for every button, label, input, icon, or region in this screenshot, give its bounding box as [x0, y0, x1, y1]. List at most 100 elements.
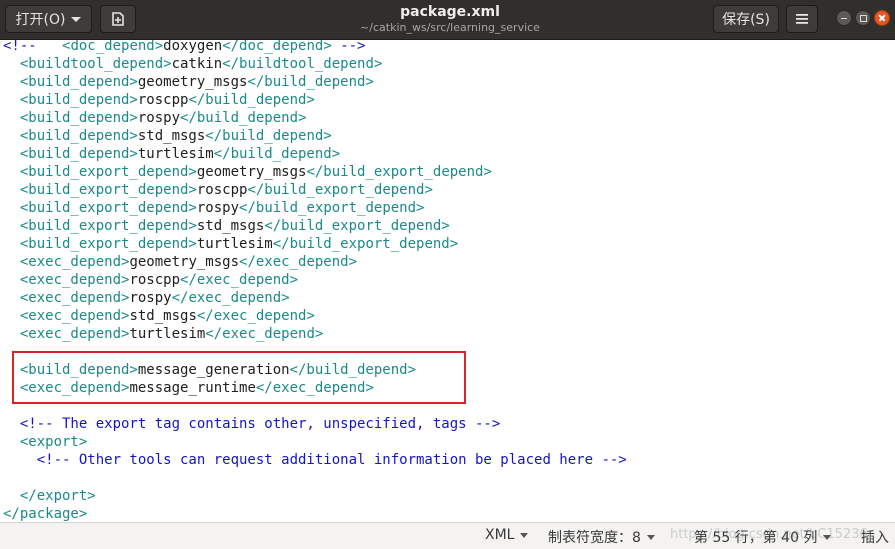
code-line: <build_depend>rospy</build_depend>	[3, 109, 307, 127]
xml-tag: <build_export_depend>	[3, 164, 197, 180]
code-line: <exec_depend>rospy</exec_depend>	[3, 289, 290, 307]
xml-text: std_msgs	[196, 218, 265, 234]
text-editor[interactable]: <!-- <doc_depend>doxygen</doc_depend> --…	[0, 40, 895, 522]
xml-tag: </build_export_depend>	[306, 164, 492, 180]
xml-tag: <build_depend>	[3, 362, 138, 378]
open-button[interactable]: 打开(O)	[5, 5, 92, 33]
xml-tag: </build_depend>	[247, 74, 374, 90]
xml-tag: <exec_depend>	[3, 254, 130, 270]
code-line: <build_depend>message_generation</build_…	[3, 361, 416, 379]
xml-text: message_generation	[137, 362, 290, 378]
open-button-label: 打开(O)	[15, 12, 66, 28]
tab-width-selector[interactable]: 制表符宽度：8	[548, 527, 655, 547]
xml-comment: <!-- Other tools can request additional …	[3, 452, 627, 468]
title-area: package.xml ~/catkin_ws/src/learning_ser…	[300, 3, 600, 35]
maximize-icon[interactable]	[855, 10, 871, 26]
cursor-position-label: 第 55 行，第 40 列	[694, 530, 818, 546]
close-icon[interactable]	[874, 10, 890, 26]
xml-tag: </build_depend>	[205, 128, 332, 144]
chevron-down-icon	[520, 532, 529, 538]
code-line: <build_depend>geometry_msgs</build_depen…	[3, 73, 374, 91]
xml-text: geometry_msgs	[129, 254, 240, 270]
status-bar: https://blog.csdn.net/bC15236 XML 制表符宽度：…	[0, 522, 895, 549]
xml-tag: <build_depend>	[3, 128, 138, 144]
xml-tag: </build_depend>	[180, 110, 307, 126]
file-path: ~/catkin_ws/src/learning_service	[360, 21, 540, 34]
xml-tag: </exec_depend>	[255, 380, 374, 396]
menu-button[interactable]	[786, 5, 818, 33]
xml-tag: </build_export_depend>	[247, 182, 433, 198]
xml-tag: <buildtool_depend>	[3, 56, 172, 72]
xml-comment: <!--	[3, 40, 46, 54]
code-line: <buildtool_depend>catkin</buildtool_depe…	[3, 55, 382, 73]
insert-mode-label: 插入	[861, 530, 889, 546]
xml-tag: </export>	[3, 488, 96, 504]
xml-tag: <exec_depend>	[3, 272, 130, 288]
xml-tag: <exec_depend>	[3, 308, 130, 324]
hamburger-menu-icon	[796, 14, 808, 24]
code-line: <export>	[3, 433, 87, 451]
save-button[interactable]: 保存(S)	[713, 5, 779, 33]
code-line: <!-- The export tag contains other, unsp…	[3, 415, 500, 433]
code-line: <build_depend>roscpp</build_depend>	[3, 91, 315, 109]
xml-tag: </build_export_depend>	[264, 218, 450, 234]
xml-tag: </package>	[3, 506, 88, 522]
xml-text: roscpp	[137, 92, 189, 108]
xml-tag: <doc_depend>	[45, 40, 164, 54]
xml-tag: <build_export_depend>	[3, 236, 197, 252]
xml-tag: <export>	[3, 434, 88, 450]
language-label: XML	[485, 527, 515, 543]
xml-text: roscpp	[129, 272, 181, 288]
xml-text: rospy	[196, 200, 240, 216]
code-line: <build_export_depend>roscpp</build_expor…	[3, 181, 433, 199]
xml-tag: </build_export_depend>	[239, 200, 425, 216]
code-line: <exec_depend>geometry_msgs</exec_depend>	[3, 253, 357, 271]
xml-text: roscpp	[196, 182, 248, 198]
code-line: <build_depend>turtlesim</build_depend>	[3, 145, 340, 163]
xml-text: doxygen	[163, 40, 223, 54]
xml-text: turtlesim	[137, 146, 214, 162]
xml-tag: </exec_depend>	[180, 272, 299, 288]
xml-tag: <build_depend>	[3, 74, 138, 90]
chevron-down-icon	[823, 534, 832, 540]
xml-tag: <build_depend>	[3, 92, 138, 108]
insert-mode-indicator: 插入	[861, 527, 889, 547]
xml-tag: <build_export_depend>	[3, 218, 197, 234]
xml-tag: <exec_depend>	[3, 326, 130, 342]
code-line: <build_export_depend>turtlesim</build_ex…	[3, 235, 458, 253]
xml-text: catkin	[171, 56, 223, 72]
xml-text: std_msgs	[137, 128, 206, 144]
xml-comment: <!-- The export tag contains other, unsp…	[3, 416, 501, 432]
code-line: <exec_depend>turtlesim</exec_depend>	[3, 325, 323, 343]
xml-tag: </build_depend>	[188, 92, 315, 108]
xml-comment: -->	[331, 40, 366, 54]
new-document-icon	[112, 12, 124, 26]
xml-text: geometry_msgs	[137, 74, 248, 90]
xml-text: turtlesim	[196, 236, 273, 252]
code-line: <exec_depend>message_runtime</exec_depen…	[3, 379, 374, 397]
chevron-down-icon	[646, 534, 655, 540]
code-line: <exec_depend>std_msgs</exec_depend>	[3, 307, 315, 325]
language-selector[interactable]: XML	[485, 527, 529, 543]
xml-tag: </exec_depend>	[205, 326, 324, 342]
xml-tag: </exec_depend>	[171, 290, 290, 306]
xml-text: geometry_msgs	[196, 164, 307, 180]
xml-text: rospy	[137, 110, 181, 126]
minimize-icon[interactable]	[836, 10, 852, 26]
xml-tag: </build_depend>	[289, 362, 417, 378]
title-bar: 打开(O) package.xml ~/catkin_ws/src/learni…	[0, 0, 895, 40]
cursor-position-selector[interactable]: 第 55 行，第 40 列	[694, 527, 832, 547]
xml-tag: <build_export_depend>	[3, 200, 197, 216]
code-line: </package>	[3, 505, 87, 522]
xml-text: turtlesim	[129, 326, 206, 342]
code-line: </export>	[3, 487, 96, 505]
xml-text: rospy	[129, 290, 172, 306]
chevron-down-icon	[71, 16, 82, 22]
xml-tag: <build_export_depend>	[3, 182, 197, 198]
code-line: <build_export_depend>std_msgs</build_exp…	[3, 217, 450, 235]
xml-tag: <exec_depend>	[3, 290, 130, 306]
window-title: package.xml	[400, 4, 500, 20]
xml-tag: </buildtool_depend>	[222, 56, 383, 72]
code-line: <build_export_depend>geometry_msgs</buil…	[3, 163, 492, 181]
new-document-button[interactable]	[100, 5, 136, 33]
